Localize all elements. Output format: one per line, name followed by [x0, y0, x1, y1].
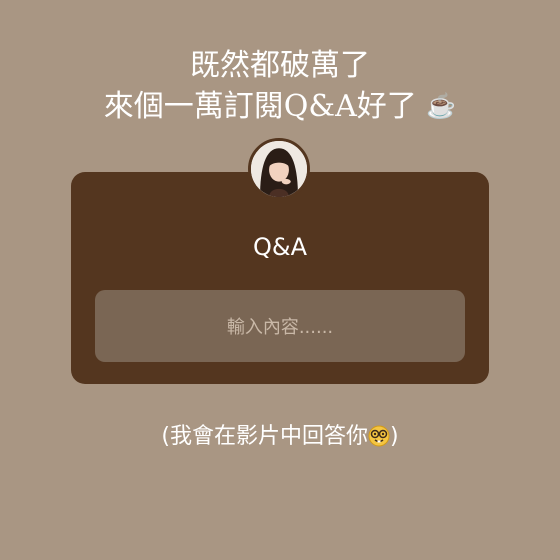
- answer-note-close-paren: ): [390, 424, 399, 449]
- profile-avatar[interactable]: [248, 138, 310, 200]
- heading-line-2: 來個一萬訂閱Q&A好了 ☕: [0, 86, 560, 127]
- qa-card: Q&A 輸入內容......: [71, 172, 489, 384]
- heading-line-2-text: 來個一萬訂閱Q&A好了: [103, 89, 417, 124]
- question-input[interactable]: 輸入內容......: [95, 290, 465, 362]
- heading-line-1: 既然都破萬了: [190, 48, 370, 83]
- announcement-heading: 既然都破萬了 來個一萬訂閱Q&A好了 ☕: [0, 46, 560, 127]
- qa-title: Q&A: [252, 233, 308, 261]
- hot-beverage-icon: ☕: [426, 92, 457, 120]
- answer-note-text: (我會在影片中回答你: [161, 424, 368, 449]
- answer-note: (我會在影片中回答你 ): [0, 422, 560, 452]
- nerd-face-icon: [368, 425, 390, 447]
